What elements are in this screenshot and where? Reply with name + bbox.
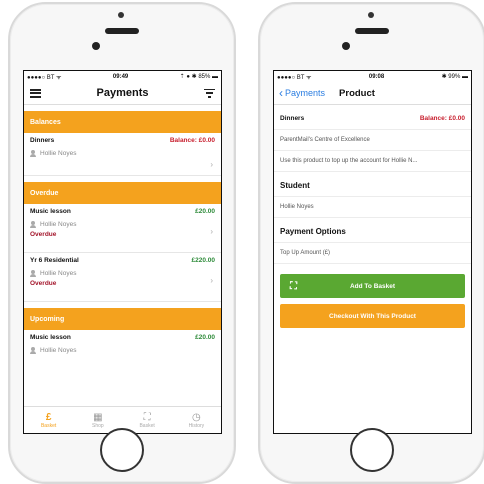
add-to-basket-label: Add To Basket [349, 282, 396, 290]
chevron-right-icon: › [210, 276, 213, 285]
item-name: Music lesson [30, 334, 71, 341]
checkout-button[interactable]: Checkout With This Product [280, 304, 465, 328]
chevron-left-icon: ‹ [279, 86, 283, 100]
student-name: Hollie Noyes [40, 270, 77, 277]
list-item-yr6-residential[interactable]: Yr 6 Residential £220.00 Hollie Noyes Ov… [24, 253, 221, 302]
balance-value: Balance: £0.00 [169, 137, 215, 144]
sensor-dot [368, 12, 374, 18]
product-row: Dinners Balance: £0.00 [274, 105, 471, 130]
checkout-label: Checkout With This Product [329, 312, 416, 320]
section-header-upcoming: Upcoming [24, 308, 221, 330]
page-title: Payments [96, 87, 149, 99]
status-bar: ●●●●○ BT ᯤ 09:49 ⇡ ● ✱ 85% ▬ [24, 71, 221, 82]
add-to-basket-button[interactable]: ⛶ Add To Basket [280, 274, 465, 298]
person-icon [30, 347, 36, 354]
battery-indicator: ✱ 99% ▬ [441, 74, 468, 80]
tab-label: Basket [40, 422, 57, 429]
back-button[interactable]: ‹ Payments [279, 86, 326, 100]
carrier-signal: ●●●●○ BT ᯤ [27, 74, 62, 81]
front-camera [342, 42, 350, 50]
front-camera [92, 42, 100, 50]
basket-icon: ⛶ [290, 280, 297, 292]
page-title: Product [339, 87, 375, 99]
status-time: 09:08 [368, 73, 385, 80]
student-heading: Student [274, 172, 471, 197]
sensor-dot [118, 12, 124, 18]
top-up-amount-field[interactable]: Top Up Amount (£) [274, 243, 471, 264]
overdue-status: Overdue [30, 231, 57, 238]
person-icon [30, 221, 36, 228]
carrier-signal: ●●●●○ BT ᯤ [277, 74, 312, 81]
home-button[interactable] [350, 428, 394, 472]
status-time: 09:49 [112, 73, 129, 80]
tab-label: Basket [139, 422, 155, 429]
nav-bar: ‹ Payments Product [274, 82, 471, 105]
product-name: Dinners [280, 115, 305, 122]
product-screen: ●●●●○ BT ᯤ 09:08 ✱ 99% ▬ ‹ Payments Prod… [273, 70, 472, 434]
product-description: Use this product to top up the account f… [274, 151, 471, 172]
list-item-music-lesson-upcoming[interactable]: Music lesson £20.00 Hollie Noyes [24, 330, 221, 368]
clock-icon: ◷ [192, 411, 201, 423]
tab-history[interactable]: ◷ History [172, 407, 221, 433]
amount-value: £220.00 [191, 257, 216, 264]
student-name: Hollie Noyes [40, 221, 77, 228]
home-button[interactable] [100, 428, 144, 472]
phone-left: ●●●●○ BT ᯤ 09:49 ⇡ ● ✱ 85% ▬ Payments Ba… [8, 2, 236, 484]
filter-icon[interactable] [203, 88, 215, 98]
student-name[interactable]: Hollie Noyes [274, 197, 471, 218]
payments-screen: ●●●●○ BT ᯤ 09:49 ⇡ ● ✱ 85% ▬ Payments Ba… [23, 70, 222, 434]
nav-bar: Payments [24, 82, 221, 105]
item-name: Music lesson [30, 208, 71, 215]
amount-value: £20.00 [195, 208, 215, 215]
phone-right: ●●●●○ BT ᯤ 09:08 ✱ 99% ▬ ‹ Payments Prod… [258, 2, 484, 484]
amount-value: £20.00 [195, 334, 215, 341]
hamburger-menu-icon[interactable] [30, 88, 41, 98]
overdue-status: Overdue [30, 280, 57, 287]
balance-value: Balance: £0.00 [419, 115, 465, 122]
chevron-right-icon: › [210, 227, 213, 236]
back-label: Payments [285, 88, 326, 98]
basket-icon: ⛶ [143, 411, 151, 423]
tab-label: Shop [92, 422, 104, 429]
pound-icon: £ [45, 411, 52, 423]
person-icon [30, 150, 36, 157]
speaker-grille [105, 28, 139, 34]
section-header-overdue: Overdue [24, 182, 221, 204]
speaker-grille [355, 28, 389, 34]
provider-name: ParentMail's Centre of Excellence [274, 130, 471, 151]
student-name: Hollie Noyes [40, 347, 77, 354]
student-name: Hollie Noyes [40, 150, 77, 157]
shop-icon: ▦ [93, 411, 103, 423]
list-item-dinners[interactable]: Dinners Balance: £0.00 Hollie Noyes › [24, 133, 221, 176]
battery-indicator: ⇡ ● ✱ 85% ▬ [179, 74, 218, 80]
tab-basket[interactable]: £ Basket [24, 407, 73, 433]
status-bar: ●●●●○ BT ᯤ 09:08 ✱ 99% ▬ [274, 71, 471, 82]
tab-label: History [188, 422, 205, 429]
chevron-right-icon: › [210, 160, 213, 169]
section-header-balances: Balances [24, 111, 221, 133]
person-icon [30, 270, 36, 277]
item-name: Yr 6 Residential [30, 257, 79, 264]
payment-options-heading: Payment Options [274, 218, 471, 243]
list-item-music-lesson[interactable]: Music lesson £20.00 Hollie Noyes Overdue… [24, 204, 221, 253]
